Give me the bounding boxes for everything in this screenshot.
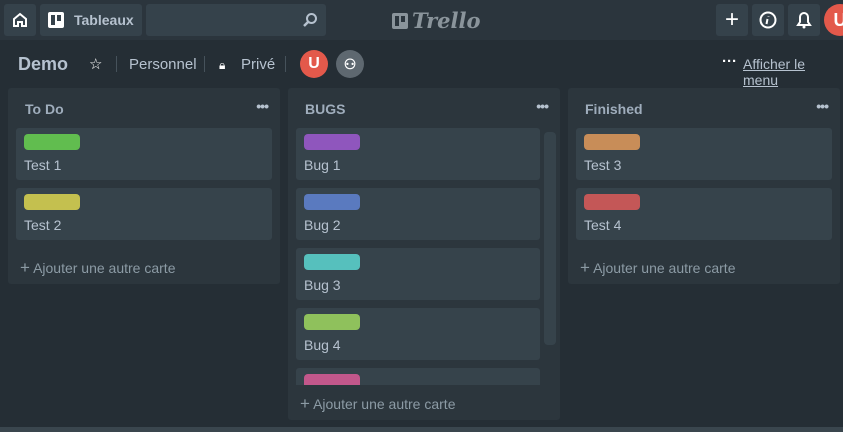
card-title: Bug 4 xyxy=(304,337,341,353)
info-button[interactable] xyxy=(752,4,784,36)
card[interactable]: Bug 3 xyxy=(296,248,540,300)
privacy-button[interactable]: Privé xyxy=(241,56,275,73)
plus-icon: + xyxy=(580,258,590,277)
search-input[interactable] xyxy=(146,4,326,36)
create-button[interactable]: + xyxy=(716,4,748,36)
boards-label: Tableaux xyxy=(74,12,134,28)
card-title: Bug 3 xyxy=(304,277,341,293)
list-to-do: To Do ••• Test 1 Test 2 + Ajouter une autre … xyxy=(8,88,280,284)
list-scrollbar[interactable] xyxy=(544,132,556,345)
star-icon[interactable]: ☆ xyxy=(89,55,102,73)
add-card-label: Ajouter une autre carte xyxy=(33,260,176,276)
add-card-button[interactable]: + Ajouter une autre carte xyxy=(580,258,735,278)
list-menu-icon[interactable]: ••• xyxy=(816,98,829,114)
list-menu-icon[interactable]: ••• xyxy=(256,98,269,114)
card-label[interactable] xyxy=(24,194,80,210)
trello-logo[interactable]: Trello xyxy=(392,8,481,33)
add-member-icon: ⚇ xyxy=(343,55,357,72)
plus-icon: + xyxy=(724,6,739,33)
add-card-label: Ajouter une autre carte xyxy=(593,260,736,276)
card-label[interactable] xyxy=(24,134,80,150)
card-title: Test 4 xyxy=(584,217,622,233)
add-card-button[interactable]: + Ajouter une autre carte xyxy=(300,394,455,414)
card-list: Test 1 Test 2 xyxy=(8,128,280,248)
card-title: Bug 1 xyxy=(304,157,341,173)
card-label[interactable] xyxy=(304,314,360,330)
card-list: Bug 1 Bug 2 Bug 3 Bug 4 xyxy=(288,128,560,385)
card[interactable]: Test 1 xyxy=(16,128,272,180)
card-label[interactable] xyxy=(304,374,360,385)
list-menu-icon[interactable]: ••• xyxy=(536,98,549,114)
list-finished: Finished ••• Test 3 Test 4 + Ajouter une aut… xyxy=(568,88,840,284)
more-icon: ··· xyxy=(722,53,737,70)
notifications-button[interactable] xyxy=(788,4,820,36)
card-label[interactable] xyxy=(304,254,360,270)
top-navbar: Tableaux Trello + U xyxy=(0,0,843,40)
show-menu-link[interactable]: Afficher le menu xyxy=(743,56,843,88)
board-title[interactable]: Demo xyxy=(18,54,68,75)
lock-icon: 🔒︎ xyxy=(219,58,226,72)
card[interactable]: Bug 1 xyxy=(296,128,540,180)
card-title: Test 1 xyxy=(24,157,62,173)
add-card-label: Ajouter une autre carte xyxy=(313,396,456,412)
member-initial: U xyxy=(308,55,320,72)
logo-text: Trello xyxy=(412,8,481,33)
card-list: Test 3 Test 4 xyxy=(568,128,840,248)
card-title: Test 3 xyxy=(584,157,622,173)
list-bugs: BUGS ••• Bug 1 Bug 2 Bug 3 Bug 4 + Ajouter une… xyxy=(288,88,560,420)
card-label[interactable] xyxy=(304,194,360,210)
card[interactable]: Test 4 xyxy=(576,188,832,240)
home-icon xyxy=(13,12,27,27)
boards-icon xyxy=(48,12,64,28)
card[interactable]: Bug 2 xyxy=(296,188,540,240)
plus-icon: + xyxy=(300,394,310,413)
card-title: Bug 2 xyxy=(304,217,341,233)
user-avatar[interactable]: U xyxy=(824,4,843,36)
card[interactable]: Bug 4 xyxy=(296,308,540,360)
card-label[interactable] xyxy=(584,134,640,150)
plus-icon: + xyxy=(20,258,30,277)
card-title: Test 2 xyxy=(24,217,62,233)
boards-button[interactable]: Tableaux xyxy=(40,4,142,36)
info-icon xyxy=(759,11,777,29)
member-avatar[interactable]: U xyxy=(300,50,328,78)
trello-logo-icon xyxy=(392,12,408,29)
home-button[interactable] xyxy=(4,4,36,36)
add-card-button[interactable]: + Ajouter une autre carte xyxy=(20,258,175,278)
board-header: Demo ☆ Personnel 🔒︎ Privé U ⚇ ··· Affich… xyxy=(0,44,843,88)
card[interactable]: Test 3 xyxy=(576,128,832,180)
team-visibility-button[interactable]: Personnel xyxy=(129,56,197,73)
card-label[interactable] xyxy=(304,134,360,150)
card-label[interactable] xyxy=(584,194,640,210)
search-icon xyxy=(303,13,317,27)
horizontal-scrollbar[interactable] xyxy=(0,427,843,432)
list-title[interactable]: BUGS xyxy=(305,101,345,117)
invite-button[interactable]: ⚇ xyxy=(336,50,364,78)
avatar-initial: U xyxy=(833,9,843,30)
list-title[interactable]: To Do xyxy=(25,101,64,117)
card[interactable]: Test 2 xyxy=(16,188,272,240)
bell-icon xyxy=(796,11,812,29)
list-title[interactable]: Finished xyxy=(585,101,643,117)
card[interactable] xyxy=(296,368,540,385)
